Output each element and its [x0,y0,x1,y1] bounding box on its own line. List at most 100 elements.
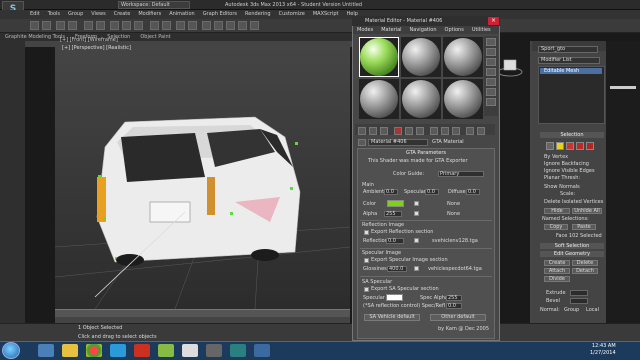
vertex-mode-icon[interactable] [546,142,554,150]
alpha-field[interactable]: 255 [384,211,402,217]
delete-isolated-checkbox[interactable]: Delete Isolated Vertices [544,199,603,205]
media-player-icon[interactable] [134,344,150,357]
material-editor-icon[interactable] [226,21,235,30]
menu-views[interactable]: Views [87,10,109,19]
redo-icon[interactable] [42,21,51,30]
reflection-field[interactable]: 0.0 [386,238,404,244]
attach-button[interactable]: Attach [544,268,570,274]
scroll-grip[interactable] [610,86,636,89]
material-sphere[interactable] [444,38,482,76]
material-sphere[interactable] [402,38,440,76]
menu-navigation[interactable]: Navigation [406,26,441,34]
menu-modes[interactable]: Modes [353,26,377,34]
polygon-mode-icon[interactable] [576,142,584,150]
menu-modifiers[interactable]: Modifiers [134,10,165,19]
ambient-field[interactable]: 0.0 [384,189,398,195]
menu-group[interactable]: Group [64,10,87,19]
other-default-button[interactable]: Other default [430,314,486,321]
start-button-icon[interactable] [2,342,20,359]
sa-blend-field[interactable]: 0.0 [446,303,462,309]
export-reflection-label[interactable]: Export Reflection section [371,229,433,235]
export-specular-label[interactable]: Export Specular Image section [371,257,448,263]
go-forward-sibling-icon[interactable] [477,127,485,135]
get-material-icon[interactable] [358,127,366,135]
ignore-backfacing-checkbox[interactable]: Ignore Backfacing [544,161,589,167]
show-end-result-icon[interactable] [452,127,460,135]
window-icon[interactable] [254,344,270,357]
glossiness-field[interactable]: 400.0 [387,266,407,272]
export-sa-label[interactable]: Export SA Specular section [371,286,439,292]
material-sphere-selected[interactable] [360,38,398,76]
specular-map-checkbox[interactable] [414,266,419,271]
mirror-icon[interactable] [176,21,185,30]
params-header[interactable]: GTA Parameters [359,150,493,156]
sa-specular-swatch[interactable] [386,294,403,301]
menu-tools[interactable]: Tools [44,10,64,19]
delete-button[interactable]: Delete [572,260,598,266]
reflection-map-checkbox[interactable] [414,238,419,243]
menu-edit[interactable]: Edit [26,10,44,19]
perspective-viewport[interactable] [55,47,350,309]
material-sphere[interactable] [360,80,398,118]
specular-map-button[interactable]: vehiclespecdot64.tga [428,266,482,272]
extrude-label[interactable]: Extrude [546,290,566,296]
select-by-name-icon[interactable] [96,21,105,30]
alpha-map-checkbox[interactable] [414,211,419,216]
render-icon[interactable] [250,21,259,30]
specular-field[interactable]: 0.0 [425,189,439,195]
bevel-field[interactable] [570,298,588,304]
color-map-button[interactable]: None [447,201,460,207]
select-icon[interactable] [84,21,93,30]
menu-maxscript[interactable]: MAXScript [309,10,343,19]
material-sphere[interactable] [402,80,440,118]
camera-icon[interactable] [206,344,222,357]
show-normals-checkbox[interactable]: Show Normals [544,184,580,190]
layers-icon[interactable] [202,21,211,30]
put-to-library-icon[interactable] [416,127,424,135]
3dsmax-taskbar-icon[interactable] [230,344,246,357]
show-map-icon[interactable] [441,127,449,135]
workspace-dropdown[interactable]: Workspace: Default [118,1,190,9]
options-icon[interactable] [486,98,496,106]
menu-create[interactable]: Create [110,10,135,19]
menu-graph-editors[interactable]: Graph Editors [199,10,241,19]
color-swatch[interactable] [387,200,404,207]
sample-type-icon[interactable] [486,38,496,46]
move-icon[interactable] [110,21,119,30]
skype-icon[interactable] [110,344,126,357]
assign-to-selection-icon[interactable] [380,127,388,135]
pick-material-icon[interactable] [358,139,366,146]
uv-tiling-icon[interactable] [486,68,496,76]
folder-icon[interactable] [62,344,78,357]
time-slider[interactable] [55,309,350,317]
alpha-map-button[interactable]: None [447,211,460,217]
menu-animation[interactable]: Animation [165,10,199,19]
app-icon[interactable] [158,344,174,357]
material-type-button[interactable]: GTA Material [432,138,478,146]
viewport-label-front[interactable]: [+] [Front] [Wireframe] [60,37,118,43]
copy-button[interactable]: Copy [544,224,568,230]
chrome-icon[interactable] [86,344,102,357]
edit-geometry-header[interactable]: Edit Geometry [540,251,604,257]
undo-icon[interactable] [30,21,39,30]
spec-alpha-field[interactable]: 255 [446,295,462,301]
export-specular-checkbox[interactable] [364,258,369,263]
reset-map-icon[interactable] [394,127,402,135]
modifier-stack[interactable] [538,66,605,124]
edge-mode-icon[interactable] [556,142,564,150]
angle-snap-icon[interactable] [162,21,171,30]
extrude-field[interactable] [570,290,588,296]
menu-customize[interactable]: Customize [275,10,309,19]
element-mode-icon[interactable] [586,142,594,150]
unlink-icon[interactable] [68,21,77,30]
menu-utilities[interactable]: Utilities [468,26,495,34]
paint-icon[interactable] [182,344,198,357]
make-unique-icon[interactable] [405,127,413,135]
make-preview-icon[interactable] [486,88,496,96]
curve-editor-icon[interactable] [214,21,223,30]
divide-button[interactable]: Divide [544,276,570,282]
selection-rollout-header[interactable]: Selection [540,132,604,138]
viewport-label[interactable]: [+] [Perspective] [Realistic] [62,45,131,51]
stack-item-editable-mesh[interactable]: Editable Mesh [540,68,602,74]
normal-group-radio[interactable]: Group [564,307,579,313]
